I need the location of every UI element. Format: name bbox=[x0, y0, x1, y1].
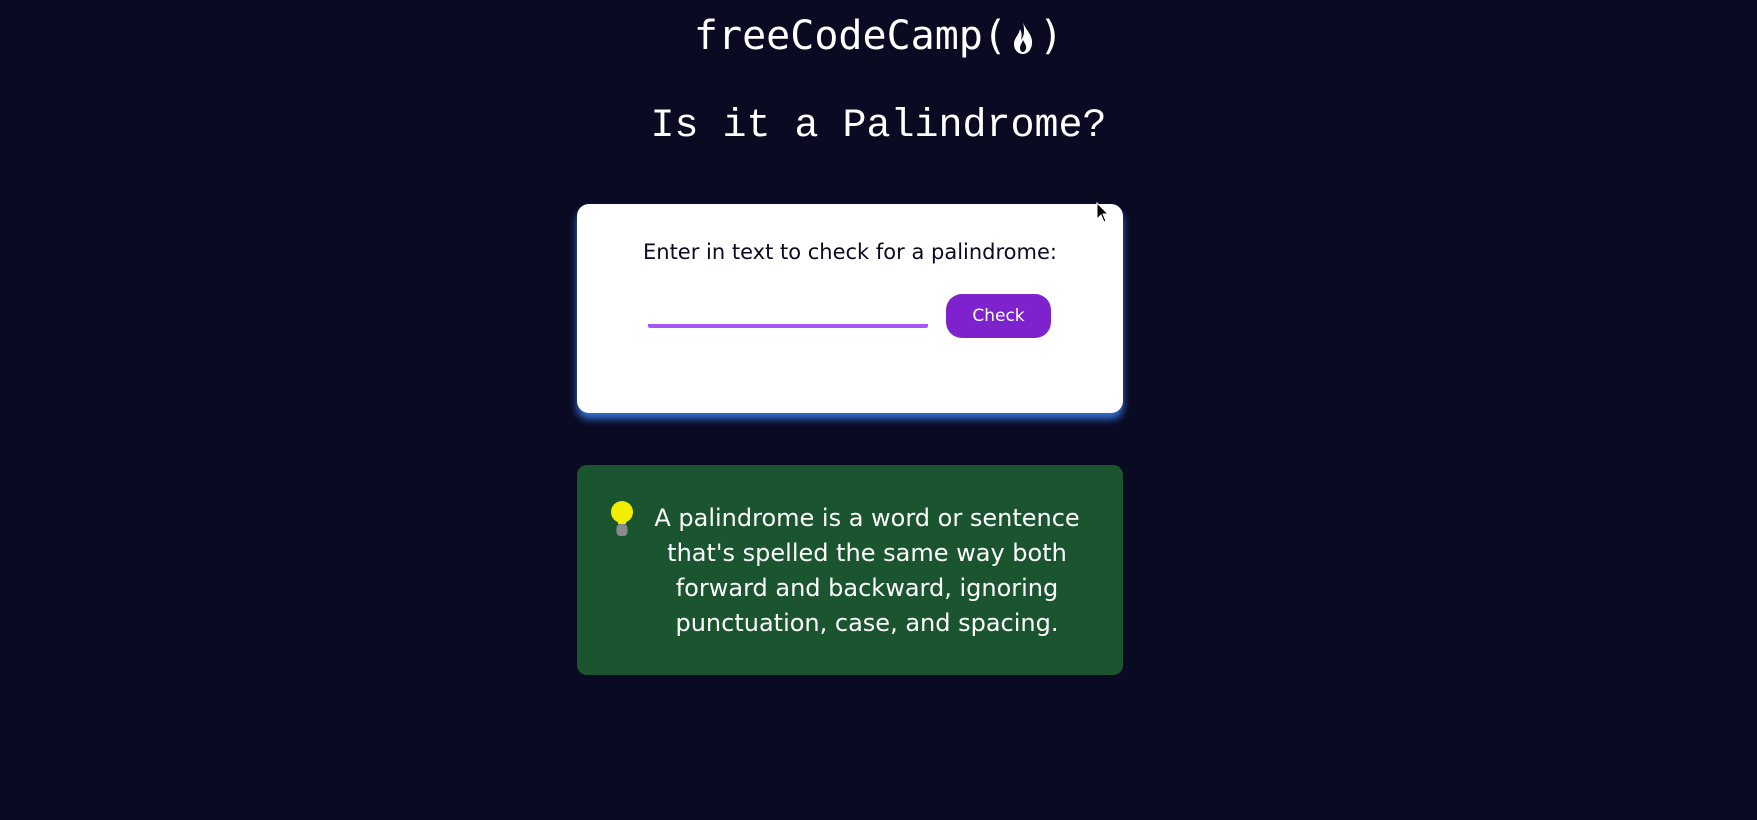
page: freeCodeCamp( ) Is it a Palindrome? Ente… bbox=[0, 0, 1757, 820]
check-button[interactable]: Check bbox=[946, 294, 1051, 338]
lightbulb-icon bbox=[611, 501, 633, 536]
palindrome-definition-text: A palindrome is a word or sentence that'… bbox=[654, 504, 1080, 637]
page-title: Is it a Palindrome? bbox=[650, 104, 1107, 149]
mouse-cursor-icon bbox=[1096, 202, 1110, 223]
flame-icon bbox=[1013, 22, 1033, 54]
freecodecamp-logo[interactable]: freeCodeCamp( ) bbox=[0, 8, 1757, 64]
logo-text-suffix: ) bbox=[1038, 13, 1064, 59]
text-input-label: Enter in text to check for a palindrome: bbox=[643, 240, 1057, 264]
palindrome-definition-box: A palindrome is a word or sentence that'… bbox=[577, 465, 1123, 675]
palindrome-checker-card: Enter in text to check for a palindrome:… bbox=[577, 204, 1123, 413]
text-input[interactable] bbox=[648, 294, 928, 328]
logo-text-prefix: freeCodeCamp( bbox=[693, 13, 1007, 59]
